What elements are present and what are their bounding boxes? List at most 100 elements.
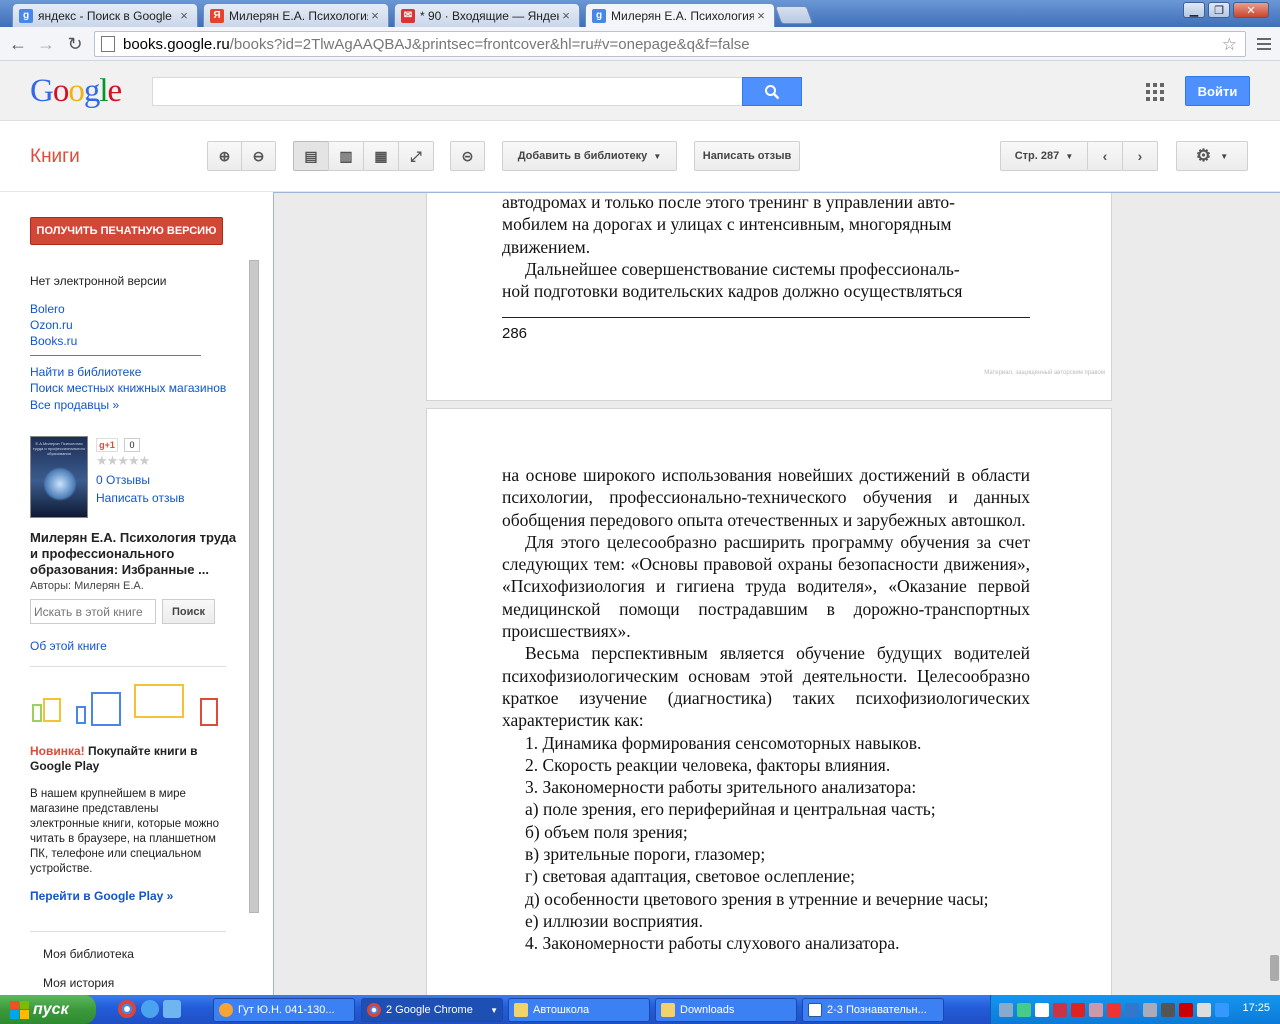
book-cover[interactable]: Е.А.Милерян Психология труда и профессио… [30, 436, 88, 518]
signin-button[interactable]: Войти [1185, 76, 1250, 106]
tray-icon[interactable] [1035, 1002, 1049, 1017]
gplus-button[interactable]: g+1 [96, 438, 118, 452]
phone-icon [76, 706, 86, 724]
chevron-left-icon: ‹ [1102, 148, 1108, 164]
google-search-input[interactable] [152, 77, 743, 106]
reviews-link[interactable]: 0 Отзывы [96, 473, 150, 487]
address-bar[interactable]: books.google.ru/books?id=2TlwAgAAQBAJ&pr… [94, 31, 1246, 57]
tab-yandex-mail[interactable]: ✉ * 90 · Входящие — Яндекс × [394, 3, 580, 27]
task-label: Downloads [680, 1004, 735, 1016]
book-viewer[interactable]: автодромах и только после этого тренинг … [273, 192, 1280, 995]
two-page-view-button[interactable]: ▥ [328, 141, 364, 171]
reload-icon[interactable]: ↻ [63, 32, 87, 56]
tray-icon[interactable] [1107, 1002, 1121, 1017]
new-tab-button[interactable] [774, 6, 814, 24]
close-icon[interactable]: × [177, 8, 191, 23]
tray-icon[interactable] [1215, 1002, 1229, 1017]
tray-icon[interactable] [1017, 1002, 1031, 1017]
task-item[interactable]: Автошкола [508, 998, 650, 1022]
about-book-link[interactable]: Об этой книге [30, 639, 107, 653]
chrome-quicklaunch-icon[interactable] [118, 1000, 136, 1018]
task-item[interactable]: 2-3 Познавательн... [802, 998, 944, 1022]
settings-button[interactable]: ⚙ ▼ [1176, 141, 1248, 171]
write-review-link[interactable]: Написать отзыв [96, 491, 184, 505]
zoom-in-icon: ⊕ [218, 147, 231, 164]
tray-icon[interactable] [1071, 1002, 1085, 1017]
tray-icon[interactable] [1143, 1002, 1157, 1017]
tab-google-books[interactable]: g Милерян Е.А. Психология т × [585, 3, 775, 27]
page-select-button[interactable]: Стр. 287 ▼ [1000, 141, 1088, 171]
app-quicklaunch-icon[interactable] [163, 1000, 181, 1018]
clock[interactable]: 17:25 [1242, 1002, 1270, 1014]
thumbnail-view-button[interactable]: ▦ [363, 141, 399, 171]
window-close-button[interactable]: ✕ [1233, 2, 1269, 18]
page-text: на основе широкого использования новейши… [502, 464, 1030, 955]
page-number: 286 [502, 325, 528, 342]
task-item[interactable]: Гут Ю.Н. 041-130... [213, 998, 355, 1022]
google-play-link[interactable]: Перейти в Google Play » [30, 889, 173, 903]
left-sidebar: ПОЛУЧИТЬ ПЕЧАТНУЮ ВЕРСИЮ Нет электронной… [0, 192, 273, 995]
tray-icon[interactable] [1161, 1002, 1175, 1017]
find-in-library-link[interactable]: Найти в библиотеке [30, 365, 141, 379]
seller-link-bolero[interactable]: Bolero [30, 302, 65, 316]
tray-icon[interactable] [999, 1002, 1013, 1017]
get-print-button[interactable]: ПОЛУЧИТЬ ПЕЧАТНУЮ ВЕРСИЮ [30, 217, 223, 245]
ie-quicklaunch-icon[interactable] [141, 1000, 159, 1018]
text-line: мобилем на дорогах и улицах с интенсивны… [502, 214, 952, 235]
content-scrollbar[interactable] [1270, 955, 1279, 981]
sidebar-scrollbar[interactable] [249, 260, 259, 913]
next-page-button[interactable]: › [1122, 141, 1158, 171]
book-search-input[interactable] [30, 599, 156, 624]
divider [30, 931, 226, 932]
tab-google-search[interactable]: g яндекс - Поиск в Google × [12, 3, 198, 27]
tray-icon[interactable] [1197, 1002, 1211, 1017]
list-item: 2. Скорость реакции человека, факторы вл… [525, 754, 891, 775]
write-review-button[interactable]: Написать отзыв [694, 141, 800, 171]
tray-icon[interactable] [1053, 1002, 1067, 1017]
book-search-button[interactable]: Поиск [162, 599, 215, 624]
my-history-link[interactable]: Моя история [43, 976, 114, 990]
all-sellers-link[interactable]: Все продавцы » [30, 398, 119, 412]
one-page-view-button[interactable]: ▤ [293, 141, 329, 171]
bookmark-star-icon[interactable]: ☆ [1222, 35, 1237, 55]
tab-yandex-book[interactable]: Я Милерян Е.А. Психология т × [203, 3, 389, 27]
minimize-button[interactable]: ▁ [1183, 2, 1205, 18]
chrome-menu-icon[interactable] [1254, 33, 1274, 55]
task-item[interactable]: 2 Google Chrome ▼ [361, 998, 503, 1022]
grid-icon: ▦ [374, 147, 388, 164]
close-icon[interactable]: × [559, 8, 573, 23]
book-page-287: на основе широкого использования новейши… [426, 408, 1112, 995]
find-local-stores-link[interactable]: Поиск местных книжных магазинов [30, 381, 226, 395]
back-arrow-icon[interactable]: ← [6, 32, 30, 56]
link-icon: ⊝ [461, 147, 474, 164]
google-search-button[interactable] [742, 77, 802, 106]
task-item[interactable]: Downloads [655, 998, 797, 1022]
restore-button[interactable]: ❐ [1208, 2, 1230, 18]
link-button[interactable]: ⊝ [450, 141, 485, 171]
seller-link-books[interactable]: Books.ru [30, 334, 77, 348]
my-library-link[interactable]: Моя библиотека [43, 947, 134, 961]
fullscreen-button[interactable]: ⤢ [398, 141, 434, 171]
tray-icon[interactable] [1125, 1002, 1139, 1017]
close-icon[interactable]: × [754, 8, 768, 23]
cover-art [43, 467, 77, 501]
promo-title: Новинка! Покупайте книги в Google Play [30, 744, 220, 774]
tab-strip: g яндекс - Поиск в Google × Я Милерян Е.… [0, 0, 1280, 27]
tab-title: Милерян Е.А. Психология т [611, 8, 754, 23]
zoom-in-button[interactable]: ⊕ [207, 141, 242, 171]
apps-grid-icon[interactable] [1146, 83, 1164, 101]
screen: { "browser": { "tabs": [ {"title": "янде… [0, 0, 1280, 1024]
books-title[interactable]: Книги [30, 146, 80, 168]
seller-link-ozon[interactable]: Ozon.ru [30, 318, 73, 332]
google-logo[interactable]: Google [30, 73, 122, 110]
zoom-out-button[interactable]: ⊖ [241, 141, 276, 171]
tray-icon[interactable] [1179, 1002, 1193, 1017]
tray-icon[interactable] [1089, 1002, 1103, 1017]
prev-page-button[interactable]: ‹ [1087, 141, 1123, 171]
forward-arrow-icon[interactable]: → [34, 32, 58, 56]
footer-rule [502, 317, 1030, 318]
windows-taskbar: пуск Гут Ю.Н. 041-130... 2 Google Chrome… [0, 995, 1280, 1024]
add-to-library-button[interactable]: Добавить в библиотеку ▼ [502, 141, 677, 171]
start-button[interactable]: пуск [0, 995, 96, 1024]
close-icon[interactable]: × [368, 8, 382, 23]
